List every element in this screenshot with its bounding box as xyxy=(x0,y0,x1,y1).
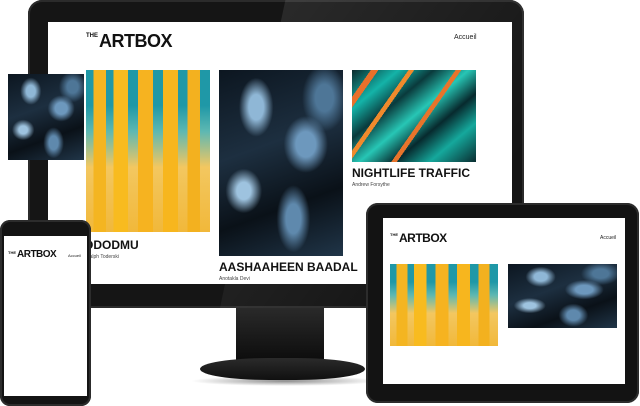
logo-the: THE xyxy=(86,33,98,39)
artwork-artist-3: Andrew Forsythe xyxy=(352,182,390,188)
logo-name: ARTBOX xyxy=(17,249,57,260)
artwork-image-3[interactable] xyxy=(352,70,476,162)
monitor-stand-base xyxy=(200,358,365,380)
artwork-image-2[interactable] xyxy=(219,70,343,256)
site-logo[interactable]: THE ARTBOX xyxy=(86,31,173,51)
artwork-image-tablet-2[interactable] xyxy=(508,264,617,328)
logo-the: THE xyxy=(8,250,16,255)
nav-home-link-mobile[interactable]: Accueil xyxy=(68,253,81,258)
artwork-artist-2: Anotakla Devi xyxy=(219,276,250,282)
artwork-image-1[interactable] xyxy=(86,70,210,232)
nav-home-link-tablet[interactable]: Accueil xyxy=(600,235,616,241)
artwork-title-1[interactable]: ODODMU xyxy=(84,238,139,252)
artwork-image-tablet-1[interactable] xyxy=(390,264,498,346)
mobile-screen: THE ARTBOX Accueil xyxy=(4,236,87,396)
logo-name: ARTBOX xyxy=(99,31,173,51)
site-logo-tablet[interactable]: THE ARTBOX xyxy=(390,232,447,244)
monitor-stand-neck xyxy=(236,308,324,360)
nav-home-link[interactable]: Accueil xyxy=(454,34,477,41)
logo-name: ARTBOX xyxy=(399,231,447,245)
artwork-title-3[interactable]: NIGHTLIFE TRAFFIC xyxy=(352,166,470,180)
artwork-title-2[interactable]: AASHAAHEEN BAADAL xyxy=(219,260,358,274)
artwork-image-mobile[interactable] xyxy=(8,74,84,160)
mobile-phone: THE ARTBOX Accueil xyxy=(0,220,91,406)
logo-the: THE xyxy=(390,232,398,237)
site-logo-mobile[interactable]: THE ARTBOX xyxy=(8,249,57,260)
